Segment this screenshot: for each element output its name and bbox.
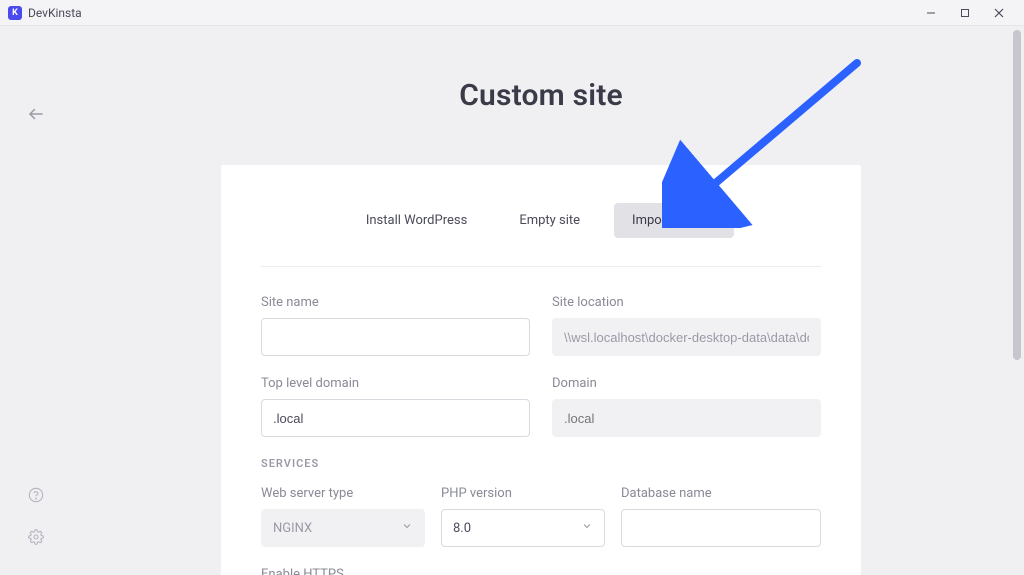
db-input[interactable] bbox=[621, 509, 821, 547]
window-close-button[interactable] bbox=[982, 0, 1016, 26]
site-location-label: Site location bbox=[552, 295, 821, 310]
tab-install-wordpress[interactable]: Install WordPress bbox=[348, 203, 485, 238]
tld-input[interactable] bbox=[261, 399, 530, 437]
window-minimize-button[interactable] bbox=[914, 0, 948, 26]
main-content: Custom site Install WordPress Empty site… bbox=[72, 26, 1010, 575]
site-name-input[interactable] bbox=[261, 318, 530, 356]
chevron-down-icon bbox=[401, 520, 413, 536]
site-name-label: Site name bbox=[261, 295, 530, 310]
divider bbox=[261, 266, 821, 267]
services-heading: SERVICES bbox=[261, 457, 821, 470]
page-title: Custom site bbox=[72, 78, 1010, 113]
php-value: 8.0 bbox=[453, 521, 471, 536]
enable-https-label: Enable HTTPS bbox=[261, 567, 821, 575]
app-logo-icon: K bbox=[8, 6, 22, 20]
back-button[interactable] bbox=[20, 98, 52, 130]
app-title: DevKinsta bbox=[28, 6, 82, 20]
tab-empty-site[interactable]: Empty site bbox=[501, 203, 598, 238]
scrollbar-thumb[interactable] bbox=[1013, 30, 1021, 360]
domain-input bbox=[552, 399, 821, 437]
window-maximize-button[interactable] bbox=[948, 0, 982, 26]
settings-icon[interactable] bbox=[20, 521, 52, 553]
db-label: Database name bbox=[621, 486, 821, 501]
tab-import-backup[interactable]: Import backup bbox=[614, 203, 734, 238]
tld-label: Top level domain bbox=[261, 376, 530, 391]
chevron-down-icon bbox=[581, 520, 593, 536]
php-label: PHP version bbox=[441, 486, 605, 501]
tab-bar: Install WordPress Empty site Import back… bbox=[261, 203, 821, 238]
left-rail bbox=[0, 26, 72, 575]
form-card: Install WordPress Empty site Import back… bbox=[221, 165, 861, 575]
php-select[interactable]: 8.0 bbox=[441, 509, 605, 547]
scrollbar-track[interactable] bbox=[1010, 26, 1024, 575]
domain-label: Domain bbox=[552, 376, 821, 391]
help-icon[interactable] bbox=[20, 479, 52, 511]
web-server-label: Web server type bbox=[261, 486, 425, 501]
web-server-value: NGINX bbox=[273, 521, 312, 536]
titlebar: K DevKinsta bbox=[0, 0, 1024, 26]
web-server-select[interactable]: NGINX bbox=[261, 509, 425, 547]
site-location-input bbox=[552, 318, 821, 356]
